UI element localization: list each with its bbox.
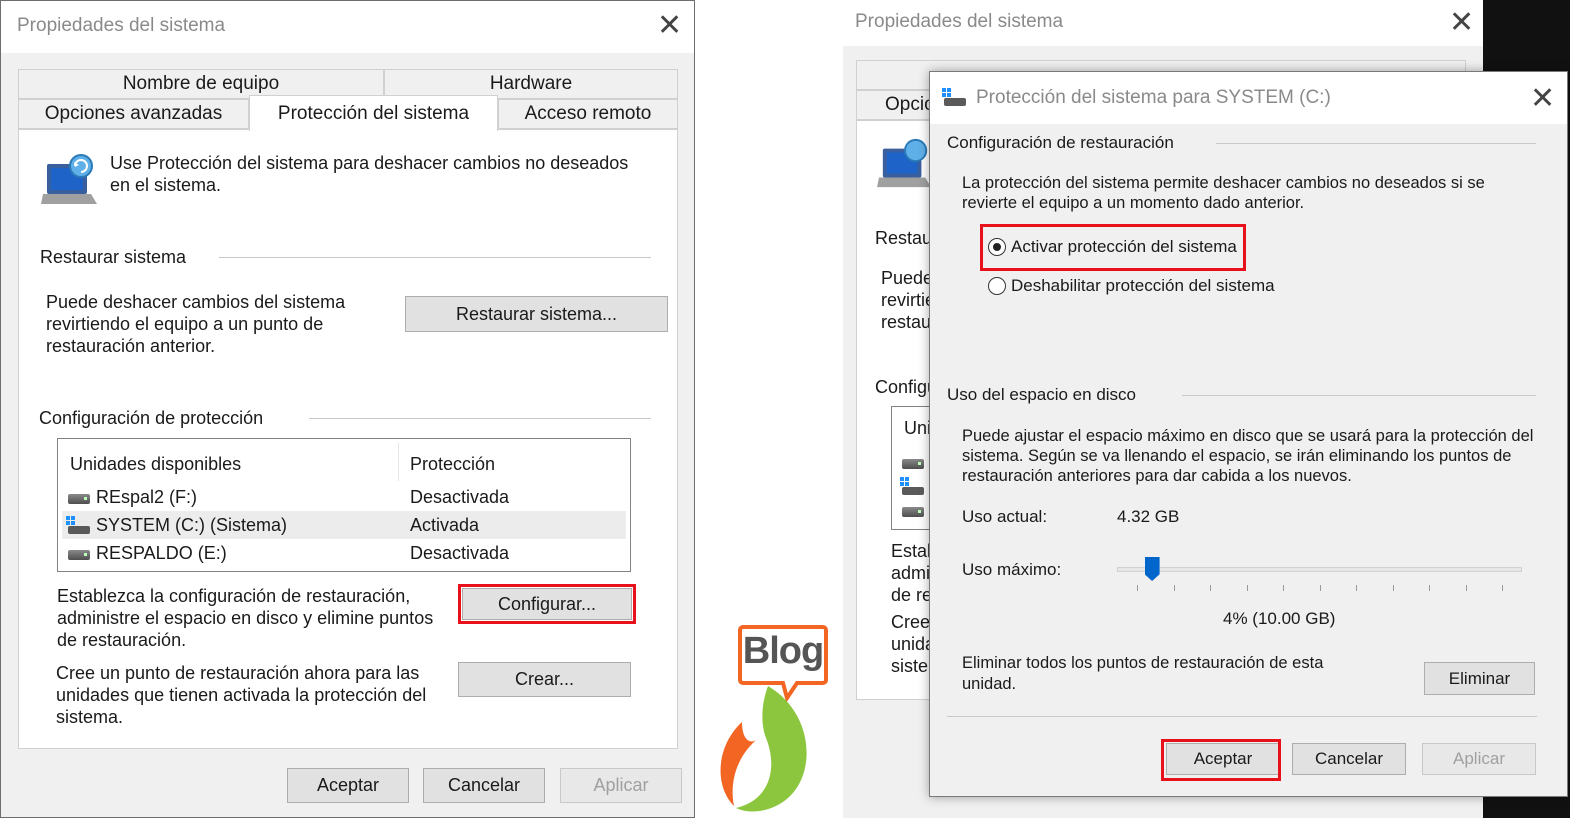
title-bar: Propiedades del sistema ✕	[1, 1, 694, 53]
current-usage-value: 4.32 GB	[1117, 507, 1180, 526]
blog-logo: Blog	[712, 620, 830, 818]
flame-icon	[720, 686, 807, 812]
disk-usage-heading: Uso del espacio en disco	[947, 385, 1137, 404]
disable-protection-radio[interactable]	[988, 277, 1006, 295]
drive-icon	[68, 494, 90, 504]
config-separator	[309, 418, 651, 419]
close-icon[interactable]: ✕	[1449, 8, 1474, 38]
col-header-protection[interactable]: Protección	[410, 453, 495, 475]
max-usage-value: 4% (10.00 GB)	[1223, 609, 1336, 628]
restore-settings-heading: Configuración de restauración	[947, 133, 1174, 152]
drive-protection: Activada	[410, 515, 480, 535]
windows-drive-icon	[900, 477, 924, 495]
footer-separator	[947, 716, 1537, 717]
create-text-line: Cree	[891, 612, 931, 632]
restore-text-line: revirtie	[881, 290, 936, 310]
config-heading: Configuración de protección	[39, 408, 264, 428]
col-header-drives[interactable]: Unidades disponibles	[70, 453, 241, 475]
disable-protection-label[interactable]: Deshabilitar protección del sistema	[1011, 275, 1275, 297]
cancel-button[interactable]: Cancelar	[1292, 743, 1406, 775]
list-item[interactable]: REspal2 (F:) Desactivada	[62, 483, 626, 511]
slider-tick	[1319, 585, 1321, 591]
title-bar: Propiedades del sistema ✕	[843, 0, 1483, 46]
close-icon[interactable]: ✕	[1530, 84, 1555, 114]
tab-system-protection[interactable]: Protección del sistema	[249, 95, 498, 131]
current-usage-label: Uso actual:	[962, 507, 1048, 526]
system-protection-config-dialog: Protección del sistema para SYSTEM (C:) …	[929, 71, 1568, 797]
configure-text-line: de re	[891, 585, 933, 605]
slider-tick	[1465, 585, 1467, 591]
delete-text: Eliminar todos los puntos de restauració…	[962, 654, 1324, 693]
drive-icon	[902, 459, 924, 469]
drive-icon	[68, 550, 90, 560]
restore-separator	[219, 257, 651, 258]
list-header-partial: Uni	[904, 418, 932, 438]
slider-tick	[1356, 585, 1357, 591]
slider-tick	[1392, 585, 1394, 591]
logo-text: Blog	[742, 630, 824, 672]
tab-panel: Use Protección del sistema para deshacer…	[18, 129, 678, 749]
list-item[interactable]: SYSTEM (C:) (Sistema) Activada	[62, 511, 626, 539]
drive-name: REspal2 (F:)	[96, 487, 198, 507]
windows-drive-icon	[66, 516, 90, 534]
slider-tick	[1429, 585, 1430, 591]
cancel-button[interactable]: Cancelar	[423, 768, 545, 803]
disk-usage-separator	[1182, 395, 1536, 396]
restore-heading-partial: Restau	[875, 228, 933, 248]
slider-tick	[1283, 585, 1284, 591]
create-button[interactable]: Crear...	[458, 662, 631, 697]
max-usage-slider[interactable]	[1117, 557, 1522, 597]
intro-text: Use Protección del sistema para deshacer…	[110, 153, 629, 195]
slider-thumb[interactable]	[1144, 557, 1160, 581]
slider-tick	[1502, 585, 1503, 591]
title-bar: Protección del sistema para SYSTEM (C:) …	[930, 72, 1567, 124]
ok-button[interactable]: Aceptar	[287, 768, 409, 803]
ok-highlight	[1161, 739, 1281, 781]
apply-button[interactable]: Aplicar	[560, 768, 682, 803]
tab-remote-access[interactable]: Acceso remoto	[498, 99, 678, 129]
configure-text: Establezca la configuración de restaurac…	[57, 586, 434, 650]
slider-tick	[1246, 585, 1248, 591]
list-item[interactable]: RESPALDO (E:) Desactivada	[62, 539, 626, 567]
col-divider	[398, 443, 399, 481]
drive-icon	[902, 507, 924, 517]
dialog-title: Propiedades del sistema	[17, 15, 226, 36]
restore-heading: Restaurar sistema	[40, 247, 187, 267]
restore-text: Puede deshacer cambios del sistema revir…	[46, 292, 346, 356]
restore-text-line: Puede	[881, 268, 934, 288]
slider-tick	[1173, 585, 1175, 591]
slider-track[interactable]	[1117, 567, 1522, 572]
system-protection-icon	[877, 138, 932, 188]
drives-list[interactable]: Unidades disponibles Protección REspal2 …	[57, 438, 631, 572]
drive-protection: Desactivada	[410, 487, 510, 507]
max-usage-label: Uso máximo:	[962, 560, 1062, 579]
drive-protection: Desactivada	[410, 543, 510, 563]
restore-system-button[interactable]: Restaurar sistema...	[405, 296, 668, 332]
close-icon[interactable]: ✕	[657, 11, 682, 41]
slider-tick	[1210, 585, 1211, 591]
create-text: Cree un punto de restauración ahora para…	[56, 663, 427, 727]
tab-advanced-options[interactable]: Opciones avanzadas	[18, 99, 249, 129]
system-protection-icon	[41, 154, 97, 204]
windows-drive-icon	[942, 88, 966, 106]
disk-usage-text: Puede ajustar el espacio máximo en disco…	[962, 427, 1534, 485]
drive-name: RESPALDO (E:)	[96, 543, 227, 563]
dialog-title: Propiedades del sistema	[855, 11, 1064, 32]
enable-protection-highlight	[980, 224, 1246, 271]
restore-settings-text: La protección del sistema permite deshac…	[962, 174, 1485, 212]
dialog-title: Protección del sistema para SYSTEM (C:)	[976, 87, 1331, 108]
configure-highlight	[458, 584, 636, 624]
tab-label: Opcio	[885, 94, 935, 115]
drive-name: SYSTEM (C:) (Sistema)	[96, 515, 288, 535]
slider-tick	[1137, 585, 1138, 591]
system-properties-dialog: Propiedades del sistema ✕ Nombre de equi…	[0, 0, 695, 818]
delete-button[interactable]: Eliminar	[1424, 662, 1535, 695]
restore-settings-separator	[1216, 143, 1536, 144]
config-heading-partial: Configu	[875, 377, 938, 397]
apply-button[interactable]: Aplicar	[1422, 743, 1536, 775]
